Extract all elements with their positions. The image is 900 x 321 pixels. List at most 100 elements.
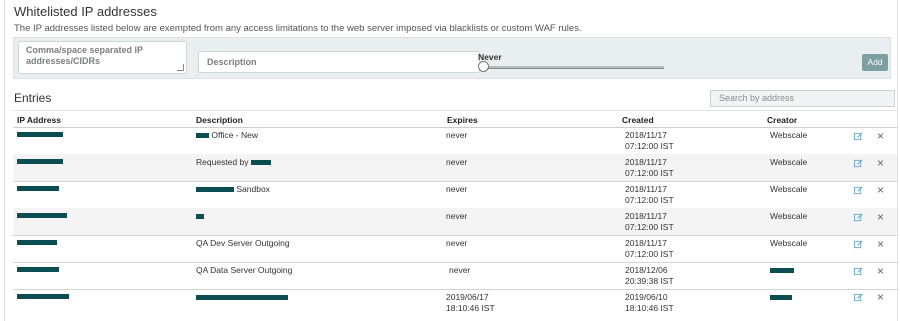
ip-cell bbox=[17, 264, 59, 275]
creator-cell: Webscale bbox=[770, 157, 808, 167]
description-cell bbox=[196, 211, 204, 222]
redacted-text bbox=[196, 187, 234, 193]
created-date: 2018/12/06 bbox=[625, 265, 668, 275]
expires-cell: never bbox=[446, 157, 468, 167]
edit-icon[interactable] bbox=[854, 267, 863, 276]
page-title: Whitelisted IP addresses bbox=[14, 4, 157, 19]
close-icon[interactable]: × bbox=[877, 238, 884, 250]
edit-icon[interactable] bbox=[854, 240, 863, 249]
col-ip-address: IP Address bbox=[17, 115, 61, 125]
created-time: 07:12:00 IST bbox=[625, 141, 674, 151]
created-cell: 2018/11/17 07:12:00 IST bbox=[625, 211, 674, 233]
col-created: Created bbox=[622, 115, 654, 125]
edit-icon[interactable] bbox=[854, 293, 863, 302]
creator-cell: Webscale bbox=[770, 238, 808, 248]
edit-icon[interactable] bbox=[854, 213, 863, 222]
expires-cell: never bbox=[446, 211, 468, 221]
created-date: 2018/11/17 bbox=[625, 130, 667, 140]
table-row: QA Dev Server Outgoing never 2018/11/17 0… bbox=[13, 235, 897, 263]
redacted-text bbox=[250, 160, 271, 166]
close-icon[interactable]: × bbox=[877, 265, 884, 277]
description-text: Office - New bbox=[211, 130, 258, 140]
description-cell: QA Dev Server Outgoing bbox=[196, 238, 290, 248]
description-input[interactable]: Description bbox=[198, 51, 480, 73]
created-cell: 2018/11/17 07:12:00 IST bbox=[625, 184, 674, 206]
redacted-ip bbox=[17, 159, 63, 165]
table-row: 2019/06/17 18:10:46 IST 2019/06/10 18:10:4… bbox=[13, 289, 897, 316]
expires-cell: never bbox=[446, 130, 468, 140]
description-text: Sandbox bbox=[236, 184, 270, 194]
created-date: 2018/11/17 bbox=[625, 184, 667, 194]
redacted-ip bbox=[17, 213, 67, 219]
redacted-ip bbox=[17, 294, 69, 300]
description-cell: QA Data Server Outgoing bbox=[196, 265, 293, 275]
table-row: never 2018/11/17 07:12:00 IST Webscale × bbox=[13, 208, 897, 236]
resize-grip-icon[interactable] bbox=[177, 64, 184, 71]
created-date: 2018/11/17 bbox=[625, 157, 667, 167]
description-cell: Sandbox bbox=[196, 184, 270, 195]
close-icon[interactable]: × bbox=[877, 291, 884, 303]
add-entry-form: Comma/space separated IP addresses/CIDRs… bbox=[13, 37, 891, 79]
redacted-ip bbox=[17, 267, 59, 273]
table-row: Requested by never 2018/11/17 07:12:00 IS… bbox=[13, 154, 897, 182]
creator-cell: Webscale bbox=[770, 211, 808, 221]
col-description: Description bbox=[196, 115, 243, 125]
expires-cell: never bbox=[449, 265, 471, 275]
ip-cell bbox=[17, 156, 63, 167]
description-text: Requested by bbox=[196, 157, 249, 167]
col-creator: Creator bbox=[767, 115, 798, 125]
table-row: Sandbox never 2018/11/17 07:12:00 IST Web… bbox=[13, 181, 897, 209]
created-cell: 2019/06/10 18:10:46 IST bbox=[625, 292, 674, 314]
created-date: 2019/06/10 bbox=[625, 292, 668, 302]
expiry-slider-handle[interactable] bbox=[478, 61, 489, 72]
expires-cell: 2019/06/17 18:10:46 IST bbox=[446, 292, 495, 314]
description-cell: Requested by bbox=[196, 157, 271, 168]
created-time: 07:12:00 IST bbox=[625, 168, 674, 178]
expires-cell: never bbox=[446, 184, 468, 194]
created-time: 07:12:00 IST bbox=[625, 249, 674, 259]
edit-icon[interactable] bbox=[854, 132, 863, 141]
creator-cell bbox=[770, 265, 794, 276]
description-cell bbox=[196, 292, 288, 303]
table-row: QA Data Server Outgoing never 2018/12/06… bbox=[13, 262, 897, 290]
expires-cell: never bbox=[446, 238, 468, 248]
close-icon[interactable]: × bbox=[877, 130, 884, 142]
search-input[interactable]: Search by address bbox=[710, 90, 895, 107]
page-subtitle: The IP addresses listed below are exempt… bbox=[14, 23, 582, 34]
created-time: 20:39:38 IST bbox=[625, 276, 674, 286]
created-cell: 2018/11/17 07:12:00 IST bbox=[625, 238, 674, 260]
table-row: Office - New never 2018/11/17 07:12:00 IS… bbox=[13, 127, 897, 155]
description-cell: Office - New bbox=[196, 130, 258, 141]
edit-icon[interactable] bbox=[854, 186, 863, 195]
redacted-ip bbox=[17, 132, 63, 138]
ip-cell bbox=[17, 129, 63, 140]
redacted-creator bbox=[770, 295, 792, 301]
created-date: 2018/11/17 bbox=[625, 238, 667, 248]
redacted-text bbox=[196, 214, 204, 220]
creator-cell: Webscale bbox=[770, 184, 808, 194]
edit-icon[interactable] bbox=[854, 159, 863, 168]
ip-cell bbox=[17, 210, 67, 221]
redacted-ip bbox=[17, 240, 57, 246]
ip-addresses-textarea[interactable]: Comma/space separated IP addresses/CIDRs bbox=[18, 41, 187, 74]
ip-cell bbox=[17, 291, 69, 302]
close-icon[interactable]: × bbox=[877, 211, 884, 223]
redacted-text bbox=[196, 133, 209, 139]
expiry-slider-track[interactable] bbox=[484, 66, 664, 69]
created-time: 07:12:00 IST bbox=[625, 195, 674, 205]
col-expires: Expires bbox=[447, 115, 478, 125]
redacted-ip bbox=[17, 186, 59, 192]
close-icon[interactable]: × bbox=[877, 184, 884, 196]
created-time: 07:12:00 IST bbox=[625, 222, 674, 232]
created-time: 18:10:46 IST bbox=[625, 303, 674, 313]
ip-addresses-placeholder: Comma/space separated IP addresses/CIDRs bbox=[26, 45, 143, 66]
creator-cell: Webscale bbox=[770, 130, 808, 140]
search-placeholder: Search by address bbox=[719, 93, 795, 103]
ip-cell bbox=[17, 237, 57, 248]
description-placeholder: Description bbox=[207, 57, 257, 67]
whitelist-panel: Whitelisted IP addresses The IP addresse… bbox=[4, 0, 898, 321]
add-button[interactable]: Add bbox=[862, 54, 888, 71]
created-date: 2018/11/17 bbox=[625, 211, 667, 221]
close-icon[interactable]: × bbox=[877, 157, 884, 169]
table-header: IP Address Description Expires Created C… bbox=[13, 110, 897, 128]
